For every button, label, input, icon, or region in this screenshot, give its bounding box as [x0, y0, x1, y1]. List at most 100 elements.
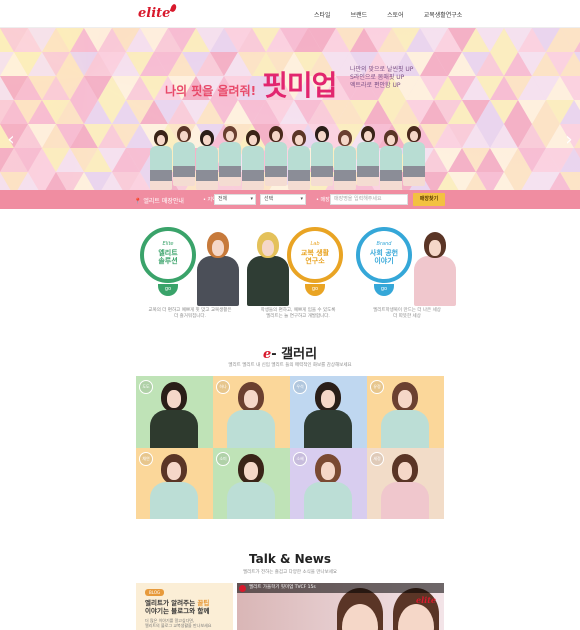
- model-figure: [173, 126, 195, 186]
- model-figure: [311, 126, 333, 186]
- site-header: elite 스타일 브랜드 스토어 교복생활연구소: [0, 0, 580, 28]
- gallery-photo-body: [227, 410, 275, 448]
- gallery-name-tag: 소혜: [293, 451, 307, 466]
- model-figure: [196, 130, 218, 190]
- elite-logo[interactable]: elite: [138, 3, 178, 21]
- model-group-photo: [150, 86, 440, 190]
- gallery-photo-head: [238, 453, 264, 484]
- gallery-item[interactable]: 유정: [367, 376, 444, 448]
- pin-badge: Elite 엘리트 솔루션 go: [140, 227, 196, 301]
- channel-icon: [239, 585, 246, 592]
- gallery-photo-head: [315, 453, 341, 484]
- blog-badge: BLOG: [145, 589, 165, 596]
- gallery-name-tag: 우석: [293, 380, 307, 394]
- store-search-bar: 📍 엘리트 매장안내 • 지역 전체 ▾ 선택 ▾ • 매장 매장명을 입력해주세요…: [0, 190, 580, 209]
- nav-store[interactable]: 스토어: [387, 10, 404, 19]
- nav-brand[interactable]: 브랜드: [351, 10, 368, 19]
- prev-slide-arrow-icon[interactable]: ‹: [4, 128, 18, 152]
- feature-title: 엘리트 솔루션: [158, 249, 178, 265]
- go-button[interactable]: go: [374, 284, 394, 296]
- model-figure: [403, 126, 425, 186]
- nav-style[interactable]: 스타일: [314, 10, 331, 19]
- model-figure: [288, 130, 310, 190]
- feature-title: 사회 공헌 이야기: [369, 249, 399, 265]
- gallery-item[interactable]: 소혜: [290, 447, 367, 519]
- model-figure: [219, 126, 241, 186]
- gallery-photo-head: [161, 382, 187, 412]
- gallery-photo-body: [227, 481, 275, 519]
- gallery-grid: 도도 하나 우석 유정채연 소미 소혜 세정: [136, 376, 444, 519]
- blog-card[interactable]: BLOG 엘리트가 알려주는 꿀팁 이야기는 블로그와 함께 더 많은 이야기를 …: [136, 583, 233, 630]
- gallery-title: e- 갤러리: [262, 347, 318, 362]
- gallery-item[interactable]: 소미: [213, 447, 290, 519]
- next-slide-arrow-icon[interactable]: ›: [562, 128, 576, 152]
- pin-circle: Brand 사회 공헌 이야기: [356, 227, 412, 283]
- model-figure: [380, 130, 402, 190]
- gallery-name-tag: 세정: [370, 451, 384, 466]
- gallery-name-tag: 하나: [216, 380, 230, 394]
- store-name-input[interactable]: 매장명을 입력해주세요: [330, 194, 408, 205]
- feature-model-photo: [197, 232, 239, 312]
- gallery-name-tag: 도도: [139, 380, 153, 394]
- video-logo: elite: [416, 595, 436, 605]
- gallery-item[interactable]: 채연: [136, 447, 213, 519]
- gallery-name-tag: 소미: [216, 451, 230, 466]
- gallery-photo-head: [238, 382, 264, 412]
- gallery-photo-head: [161, 453, 187, 484]
- gallery-name-tag: 유정: [370, 380, 384, 394]
- find-store-button[interactable]: 매장찾기: [413, 193, 445, 206]
- main-nav: 스타일 브랜드 스토어 교복생활연구소: [314, 10, 462, 19]
- model-figure: [150, 130, 172, 190]
- gallery-item[interactable]: 세정: [367, 447, 444, 519]
- feature-title: 교복 생활 연구소: [300, 249, 330, 265]
- feature-section: Elite 엘리트 솔루션 go 교복의 더 편하고 예쁘게 핏 맞고 교복생활은…: [0, 222, 580, 332]
- go-button[interactable]: go: [305, 284, 325, 296]
- pin-badge: Brand 사회 공헌 이야기 go: [356, 227, 412, 301]
- chevron-down-icon: ▾: [300, 196, 303, 202]
- feature-kicker: Lab: [310, 241, 320, 247]
- talk-news-title: Talk & News: [248, 552, 332, 566]
- gallery-photo-head: [315, 382, 341, 412]
- gallery-photo-body: [150, 481, 198, 519]
- district-select[interactable]: 선택 ▾: [260, 194, 306, 205]
- gallery-name-tag: 채연: [139, 451, 153, 466]
- store-search-label: 📍 엘리트 매장안내: [134, 198, 184, 205]
- gallery-photo-head: [392, 453, 418, 484]
- gallery-item[interactable]: 하나: [213, 376, 290, 448]
- model-figure: [242, 130, 264, 190]
- feature-desc: 교복의 더 편하고 예쁘게 핏 맞고 교복생활은 더 즐거워집니다.: [148, 308, 232, 319]
- talk-news-subtitle: 엘리트가 전하는 즐겁고 다양한 소식을 만나보세요: [242, 570, 338, 575]
- gallery-photo-body: [381, 481, 429, 519]
- gallery-item[interactable]: 우석: [290, 376, 367, 448]
- model-figure: [334, 130, 356, 190]
- blog-desc: 더 많은 이야기를 알고싶다면, 엘리트의 블로그 교복생활을 만나보세요: [145, 618, 212, 628]
- gallery-subtitle: 엘리트 엘리트 내 신입 엘리트 들의 매력적인 화보를 감상해보세요: [228, 363, 352, 368]
- logo-mark-icon: [170, 3, 178, 13]
- feature-model-photo: [414, 232, 456, 312]
- gallery-item[interactable]: 도도: [136, 376, 213, 448]
- pin-circle: Lab 교복 생활 연구소: [287, 227, 343, 283]
- feature-kicker: Brand: [376, 241, 392, 247]
- nav-uniform-lab[interactable]: 교복생활연구소: [424, 10, 463, 19]
- gallery-photo-head: [392, 382, 418, 412]
- gallery-photo-body: [381, 410, 429, 448]
- feature-model-photo: [247, 232, 289, 312]
- model-figure: [265, 126, 287, 186]
- video-player[interactable]: 엘리트 가을학기 핏미업 TVCF 15s elite: [237, 583, 444, 630]
- gallery-photo-body: [150, 410, 198, 448]
- gallery-photo-body: [304, 410, 352, 448]
- blog-headline: 엘리트가 알려주는 꿀팁 이야기는 블로그와 함께: [145, 599, 210, 615]
- hero-banner: 나의 핏을 올려줘! 핏미업 나만의 맞으로 날씬핏 UP S라인으로 몸매핏 U…: [0, 28, 580, 190]
- feature-kicker: Elite: [162, 241, 174, 247]
- pin-badge: Lab 교복 생활 연구소 go: [287, 227, 343, 301]
- feature-desc: 학생들의 편하고, 예쁘게 입을 수 있도록 엘리트는 늘 연구하고 개발합니다.: [260, 308, 336, 319]
- store-caption: • 매장: [316, 197, 330, 203]
- hero-sub-line: 나만의 맞으로 날씬핏 UP: [350, 66, 414, 73]
- region-select[interactable]: 전체 ▾: [214, 194, 256, 205]
- hero-sub-line: S라인으로 몸매핏 UP: [350, 74, 405, 81]
- chevron-down-icon: ▾: [250, 196, 253, 202]
- go-button[interactable]: go: [158, 284, 178, 296]
- pin-circle: Elite 엘리트 솔루션: [140, 227, 196, 283]
- video-title-bar: 엘리트 가을학기 핏미업 TVCF 15s: [237, 583, 444, 593]
- model-figure: [357, 126, 379, 186]
